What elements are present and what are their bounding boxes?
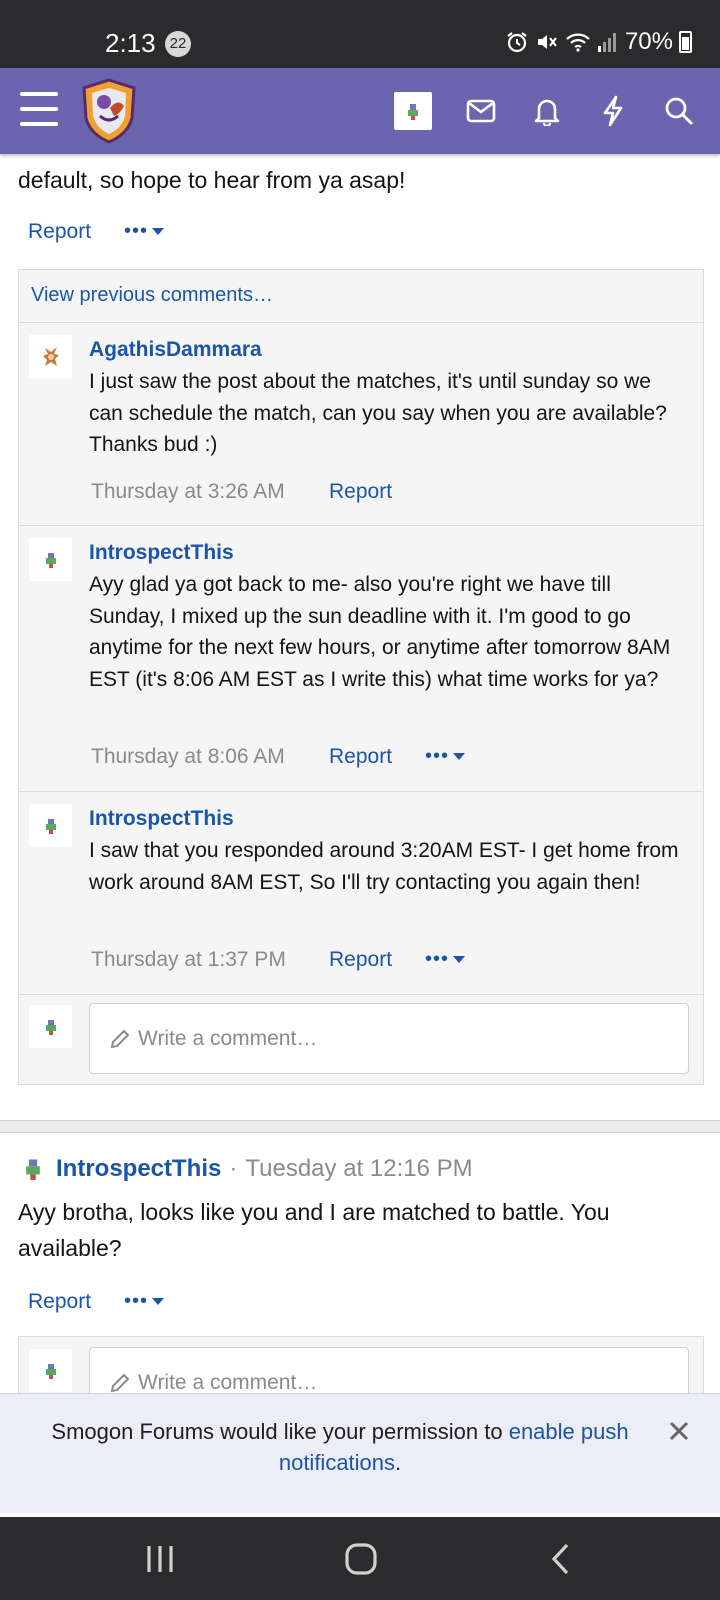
chevron-down-icon (453, 956, 466, 963)
close-icon[interactable] (664, 1416, 694, 1446)
comment-timestamp[interactable]: Thursday at 8:06 AM (91, 745, 285, 769)
comment-username[interactable]: AgathisDammara (89, 338, 262, 362)
battery-icon (679, 31, 692, 53)
post-header: IntrospectThis · Tuesday at 12:16 PM (18, 1154, 473, 1184)
app-header (0, 68, 720, 154)
chevron-down-icon (453, 753, 466, 760)
post-timestamp[interactable]: Tuesday at 12:16 PM (245, 1155, 472, 1183)
more-dots-label: ••• (425, 948, 450, 970)
sprite-icon (45, 818, 56, 834)
alarm-icon (507, 32, 527, 53)
avatar[interactable] (29, 1005, 72, 1048)
avatar[interactable] (29, 804, 72, 847)
post-separator (0, 1120, 720, 1133)
comment-timestamp[interactable]: Thursday at 3:26 AM (91, 480, 285, 504)
smogon-logo[interactable] (80, 78, 138, 144)
comment-item: IntrospectThis Ayy glad ya got back to m… (19, 526, 703, 792)
more-menu[interactable]: ••• (425, 745, 466, 768)
view-previous-comments[interactable]: View previous comments… (19, 270, 703, 323)
comment-text: I saw that you responded around 3:20AM E… (89, 839, 679, 894)
status-bar: 2:13 22 70% (0, 0, 720, 68)
status-time: 2:13 (105, 28, 156, 58)
comment-item: IntrospectThis I saw that you responded … (19, 792, 703, 995)
battery-percent: 70% (624, 28, 673, 55)
comment-text: I just saw the post about the matches, i… (89, 370, 667, 456)
avatar[interactable] (29, 1349, 72, 1392)
system-nav-bar (0, 1517, 720, 1600)
pencil-icon (110, 1029, 130, 1048)
more-dots-label: ••• (425, 745, 450, 767)
report-link[interactable]: Report (28, 220, 91, 244)
report-link[interactable]: Report (329, 745, 392, 769)
report-link[interactable]: Report (28, 1290, 91, 1314)
signal-icon (597, 33, 616, 52)
more-menu[interactable]: ••• (124, 1290, 165, 1313)
chevron-down-icon (152, 228, 165, 235)
view-previous-label: View previous comments… (31, 284, 273, 306)
post-username[interactable]: IntrospectThis (56, 1155, 221, 1183)
pencil-icon (110, 1373, 130, 1392)
write-comment-placeholder: Write a comment… (138, 1026, 318, 1050)
notification-count-badge: 22 (165, 31, 191, 57)
push-banner-message: Smogon Forums would like your permission… (51, 1419, 509, 1444)
comment-item: AgathisDammara I just saw the post about… (19, 323, 703, 526)
comment-username[interactable]: IntrospectThis (89, 541, 234, 565)
sprite-icon (42, 346, 59, 366)
mute-icon (537, 35, 557, 49)
chevron-down-icon (152, 1298, 165, 1305)
push-banner-period: . (395, 1450, 402, 1475)
report-link[interactable]: Report (329, 948, 392, 972)
comment-text: Ayy glad ya got back to me- also you're … (89, 573, 671, 691)
back-icon[interactable] (542, 1539, 582, 1579)
wifi-icon (566, 33, 590, 52)
more-dots-label: ••• (124, 220, 149, 242)
status-icons: 70% (505, 28, 692, 56)
avatar[interactable] (29, 335, 72, 378)
search-icon[interactable] (660, 92, 698, 130)
post-text: Ayy brotha, looks like you and I are mat… (18, 1199, 610, 1261)
bell-icon[interactable] (528, 92, 566, 130)
comment-timestamp[interactable]: Thursday at 1:37 PM (91, 948, 286, 972)
menu-icon[interactable] (20, 92, 58, 126)
comments-box: View previous comments… AgathisDammara I… (18, 269, 704, 1085)
home-icon[interactable] (341, 1539, 381, 1579)
avatar[interactable] (18, 1154, 48, 1184)
recent-apps-icon[interactable] (140, 1539, 180, 1579)
write-comment-placeholder: Write a comment… (138, 1370, 318, 1394)
report-link[interactable]: Report (329, 480, 392, 504)
post-separator-dot: · (229, 1155, 238, 1182)
comment-username[interactable]: IntrospectThis (89, 807, 234, 831)
sprite-icon (45, 1363, 56, 1379)
user-avatar[interactable] (394, 92, 432, 130)
more-dots-label: ••• (124, 1290, 149, 1312)
more-menu[interactable]: ••• (425, 948, 466, 971)
push-banner-text: Smogon Forums would like your permission… (30, 1416, 650, 1478)
push-notification-banner: Smogon Forums would like your permission… (0, 1393, 720, 1513)
more-menu[interactable]: ••• (124, 220, 165, 243)
sprite-icon (408, 104, 418, 120)
avatar[interactable] (29, 538, 72, 581)
sprite-icon (45, 552, 56, 568)
sprite-icon (45, 1019, 56, 1035)
bolt-icon[interactable] (594, 92, 632, 130)
write-comment-input[interactable]: Write a comment… (89, 1003, 689, 1074)
mail-icon[interactable] (462, 92, 500, 130)
post-text-tail: default, so hope to hear from ya asap! (18, 167, 406, 193)
